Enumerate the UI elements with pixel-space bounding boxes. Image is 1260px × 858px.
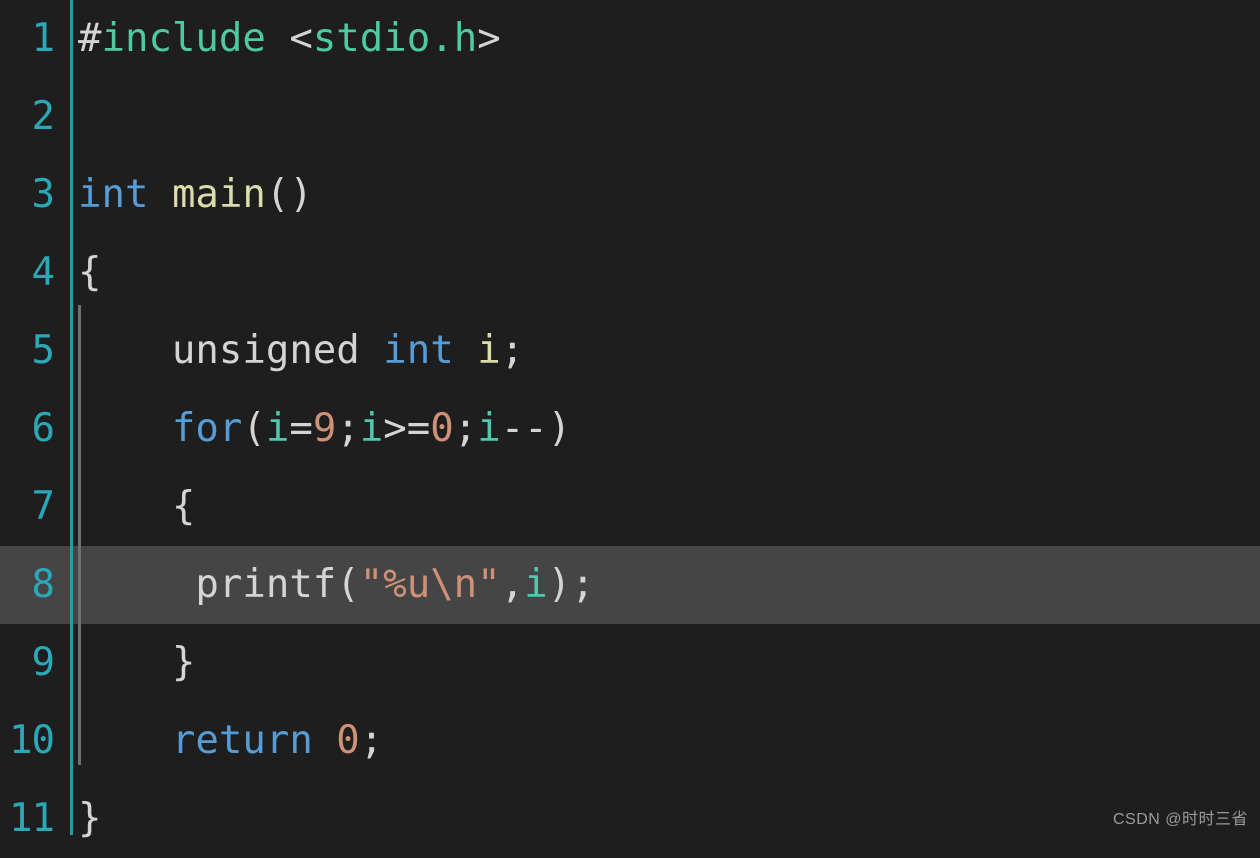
code-token-plain: (	[242, 406, 266, 451]
code-line-list: 1 #include <stdio.h> 2 3 int main() 4{5 unsig…	[0, 0, 1260, 858]
line-number: 7	[31, 484, 55, 529]
code-line-row[interactable]: 6 for(i=9;i>=0;i--)	[0, 390, 1260, 468]
code-line-row[interactable]: 11}	[0, 780, 1260, 858]
scope-indicator-line	[70, 0, 73, 835]
code-line-row[interactable]: 7 {	[0, 468, 1260, 546]
code-token-plain: unsigned	[78, 328, 384, 373]
line-number: 2	[31, 94, 55, 139]
code-token-plain: ;	[500, 328, 525, 373]
code-token-func: i	[477, 328, 501, 373]
code-token-number: 9	[312, 406, 337, 451]
code-token-plain: {	[78, 250, 102, 295]
code-token-plain: }	[78, 796, 102, 841]
code-token-plain: printf(	[78, 562, 360, 607]
line-number: 1	[31, 16, 55, 61]
code-line-row[interactable]: 3 int main()	[0, 156, 1260, 234]
line-number: 10	[9, 718, 55, 763]
code-line-text[interactable]: }	[58, 780, 1260, 858]
code-token-plain: >=	[383, 406, 431, 451]
code-line-text[interactable]: {	[58, 234, 1260, 312]
code-token-string: "%u\n"	[359, 562, 501, 607]
code-token-plain: <	[265, 16, 313, 61]
code-line-row[interactable]: 9 }	[0, 624, 1260, 702]
code-line-row[interactable]: 5 unsigned int i;	[0, 312, 1260, 390]
code-line-row[interactable]: 8 printf("%u\n",i);	[0, 546, 1260, 624]
code-token-keyword: return	[171, 718, 313, 763]
code-token-var: i	[265, 406, 290, 451]
line-number: 6	[31, 406, 55, 451]
code-line-row[interactable]: 1 #include <stdio.h>	[0, 0, 1260, 78]
csdn-watermark: CSDN @时时三省	[1112, 811, 1248, 828]
code-token-func: main	[171, 172, 266, 217]
code-line-row[interactable]: 4{	[0, 234, 1260, 312]
code-token-var: i	[524, 562, 548, 607]
code-token-var: i	[359, 406, 384, 451]
code-token-plain: ;	[359, 718, 384, 763]
code-token-plain: --)	[500, 406, 572, 451]
code-token-number: 0	[430, 406, 454, 451]
code-line-text[interactable]: for(i=9;i>=0;i--)	[58, 390, 1260, 468]
line-number: 3	[31, 172, 55, 217]
code-editor[interactable]: 1 #include <stdio.h> 2 3 int main() 4{5 unsig…	[0, 0, 1260, 841]
code-line-text[interactable]: int main()	[58, 156, 1260, 234]
code-token-plain: ,	[500, 562, 525, 607]
code-line-text[interactable]: printf("%u\n",i);	[58, 546, 1260, 624]
indent-guide-line	[78, 305, 81, 765]
code-token-plain: ;	[453, 406, 478, 451]
line-number: 11	[9, 796, 55, 841]
code-token-plain: {	[78, 484, 196, 529]
code-token-green: include	[101, 16, 266, 61]
code-token-keyword: for	[171, 406, 243, 451]
code-token-plain: ()	[265, 172, 313, 217]
code-token-keyword: int	[78, 172, 149, 217]
code-line-text[interactable]: #include <stdio.h>	[58, 0, 1260, 78]
line-number: 4	[31, 250, 55, 295]
code-token-plain: ;	[336, 406, 360, 451]
code-line-text[interactable]: }	[58, 624, 1260, 702]
code-line-text[interactable]: unsigned int i;	[58, 312, 1260, 390]
code-line-text[interactable]: return 0;	[58, 702, 1260, 780]
code-token-green: stdio.h	[312, 16, 478, 61]
code-token-var: i	[477, 406, 501, 451]
code-line-row[interactable]: 10 return 0;	[0, 702, 1260, 780]
code-token-plain: =	[289, 406, 313, 451]
line-number: 8	[31, 562, 55, 607]
line-number: 9	[31, 640, 55, 685]
code-token-plain: #	[78, 16, 102, 61]
code-token-plain: }	[78, 640, 196, 685]
code-line-row[interactable]: 2	[0, 78, 1260, 156]
line-number: 5	[31, 328, 55, 373]
code-token-number: 0	[336, 718, 360, 763]
code-token-plain: >	[477, 16, 501, 61]
code-token-keyword: int	[383, 328, 454, 373]
code-token-plain: );	[547, 562, 595, 607]
code-line-text[interactable]: {	[58, 468, 1260, 546]
